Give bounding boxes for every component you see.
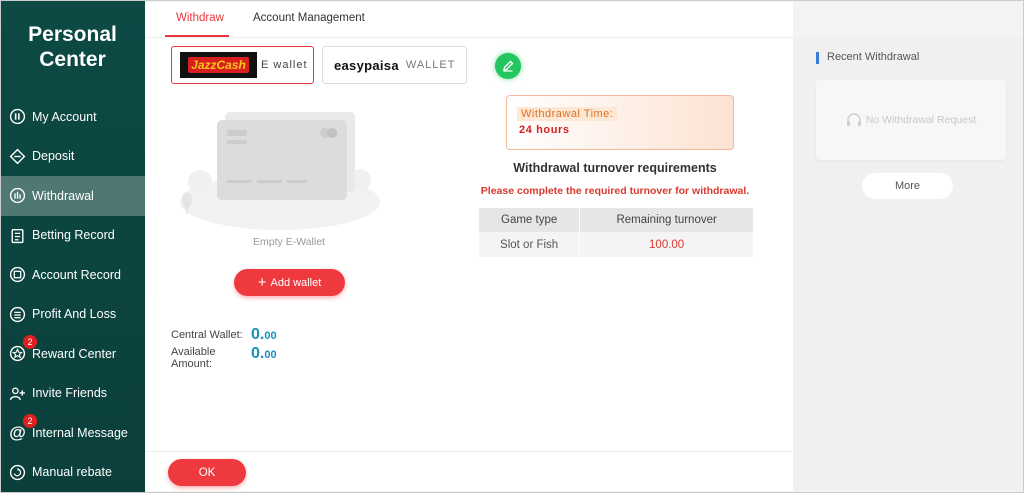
available-amount-label: Available Amount: bbox=[171, 346, 216, 370]
central-wallet-value: 0.00 bbox=[251, 326, 277, 343]
no-withdrawal-text: No Withdrawal Request bbox=[865, 114, 977, 126]
turnover-table: Game type Remaining turnover Slot or Fis… bbox=[479, 208, 753, 257]
account-icon bbox=[9, 108, 26, 125]
account-record-icon bbox=[9, 266, 26, 283]
empty-wallet-label: Empty E-Wallet bbox=[253, 236, 325, 248]
deposit-icon bbox=[9, 148, 26, 165]
add-wallet-button[interactable]: + Add wallet bbox=[234, 269, 345, 296]
sidebar-item-manual-rebate[interactable]: Manual rebate bbox=[0, 453, 145, 493]
add-wallet-label: Add wallet bbox=[270, 276, 322, 289]
sidebar-item-deposit[interactable]: Deposit bbox=[0, 137, 145, 177]
sidebar-item-label: Profit And Loss bbox=[32, 307, 117, 322]
recent-withdrawal-panel: Recent Withdrawal No Withdrawal Request … bbox=[793, 37, 1024, 491]
easypaisa-logo: easypaisa bbox=[334, 57, 399, 73]
notification-badge: 2 bbox=[23, 335, 37, 349]
reward-icon bbox=[9, 345, 26, 362]
ok-button[interactable]: OK bbox=[168, 459, 246, 486]
sidebar-item-withdrawal[interactable]: Withdrawal bbox=[0, 176, 145, 216]
at-icon: @ bbox=[9, 422, 26, 442]
game-type-cell: Slot or Fish bbox=[479, 232, 580, 257]
sidebar-item-label: Account Record bbox=[32, 267, 121, 282]
sidebar-item-invite-friends[interactable]: Invite Friends bbox=[0, 374, 145, 414]
tab-bar: Withdraw Account Management bbox=[145, 2, 793, 38]
withdrawal-time-label: Withdrawal Time: bbox=[517, 107, 618, 121]
sidebar-item-my-account[interactable]: My Account bbox=[0, 97, 145, 137]
divider bbox=[145, 451, 793, 452]
turnover-note: Please complete the required turnover fo… bbox=[480, 185, 750, 197]
available-amount-value: 0.00 bbox=[251, 345, 277, 362]
sidebar-item-label: Manual rebate bbox=[32, 465, 112, 480]
sidebar-nav: My Account Deposit Withdrawal Betting Re… bbox=[0, 97, 145, 492]
betting-record-icon bbox=[9, 227, 26, 244]
active-tab-indicator bbox=[165, 35, 229, 37]
empty-wallet-illustration bbox=[180, 112, 380, 230]
table-row: Slot or Fish 100.00 bbox=[479, 232, 753, 257]
sidebar-item-label: Internal Message bbox=[32, 425, 128, 440]
sidebar-item-label: My Account bbox=[32, 109, 97, 124]
sidebar-item-label: Withdrawal bbox=[32, 188, 94, 203]
sidebar-item-label: Reward Center bbox=[32, 346, 117, 361]
sidebar: Personal Center My Account Deposit Withd… bbox=[0, 0, 145, 493]
withdrawal-icon bbox=[9, 187, 26, 204]
sidebar-title: Personal Center bbox=[0, 22, 145, 72]
wallet-option-jazzcash[interactable]: JazzCash E wallet bbox=[171, 46, 314, 84]
column-header: Remaining turnover bbox=[579, 208, 753, 232]
sidebar-item-profit-and-loss[interactable]: Profit And Loss bbox=[0, 295, 145, 335]
turnover-title: Withdrawal turnover requirements bbox=[513, 161, 717, 175]
main-panel: Withdraw Account Management JazzCash E w… bbox=[145, 2, 793, 491]
section-marker bbox=[816, 52, 819, 64]
plus-icon: + bbox=[257, 274, 267, 291]
edit-icon[interactable] bbox=[495, 53, 521, 79]
no-withdrawal-box: No Withdrawal Request bbox=[816, 80, 1006, 160]
headset-icon bbox=[846, 113, 861, 126]
invite-icon bbox=[9, 385, 26, 402]
sidebar-item-label: Betting Record bbox=[32, 228, 115, 243]
sidebar-title-line1: Personal bbox=[28, 23, 117, 46]
sidebar-item-betting-record[interactable]: Betting Record bbox=[0, 216, 145, 256]
withdrawal-time-box: Withdrawal Time: 24 hours bbox=[506, 95, 734, 150]
rebate-icon bbox=[9, 464, 26, 481]
wallet-option-easypaisa[interactable]: easypaisa WALLET bbox=[322, 46, 467, 84]
recent-withdrawal-title: Recent Withdrawal bbox=[827, 51, 920, 63]
wallet-type-label: E wallet bbox=[261, 59, 308, 71]
tab-account-management[interactable]: Account Management bbox=[253, 12, 365, 24]
jazzcash-logo: JazzCash bbox=[180, 52, 257, 78]
sidebar-title-line2: Center bbox=[39, 48, 106, 71]
wallet-type-label: WALLET bbox=[405, 59, 456, 71]
sidebar-item-account-record[interactable]: Account Record bbox=[0, 255, 145, 295]
notification-badge: 2 bbox=[23, 414, 37, 428]
profit-loss-icon bbox=[9, 306, 26, 323]
column-header: Game type bbox=[479, 208, 580, 232]
sidebar-item-reward-center[interactable]: Reward Center 2 bbox=[0, 334, 145, 374]
sidebar-item-label: Invite Friends bbox=[32, 386, 108, 401]
central-wallet-label: Central Wallet: bbox=[171, 329, 243, 341]
sidebar-item-internal-message[interactable]: @ Internal Message 2 bbox=[0, 413, 145, 453]
table-header-row: Game type Remaining turnover bbox=[479, 208, 753, 232]
withdrawal-time-value: 24 hours bbox=[519, 124, 570, 136]
remaining-turnover-cell: 100.00 bbox=[579, 232, 753, 257]
tab-withdraw[interactable]: Withdraw bbox=[176, 12, 224, 24]
more-button[interactable]: More bbox=[862, 173, 953, 199]
sidebar-item-label: Deposit bbox=[32, 149, 75, 164]
